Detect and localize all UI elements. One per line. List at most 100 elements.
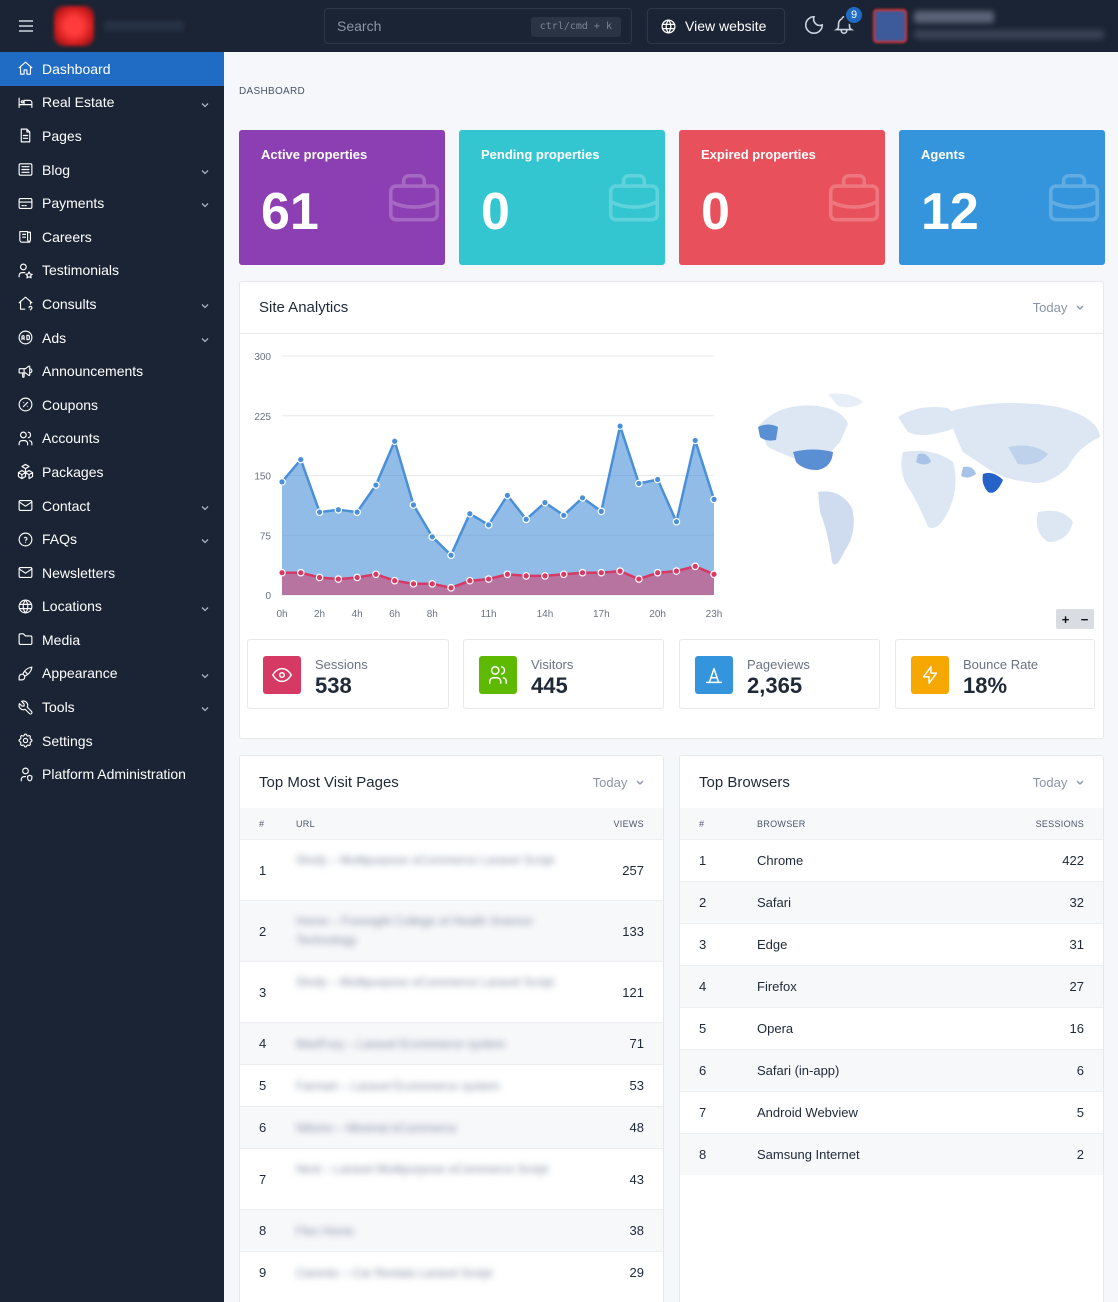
sidebar-item-label: Locations [42,598,102,615]
table-row[interactable]: 4 MartFury – Laravel Ecommerce system 71 [240,1022,663,1064]
data-point [278,568,286,577]
sidebar-item-locations[interactable]: Locations [0,590,224,624]
x-tick-label: 14h [537,609,554,620]
page-url-link[interactable]: Shofy – Multipurpose eCommerce Laravel S… [296,973,566,992]
view-website-button[interactable]: View website [647,8,785,44]
sidebar-item-accounts[interactable]: Accounts [0,422,224,456]
sidebar-item-payments[interactable]: Payments [0,186,224,220]
stat-card-expired-properties[interactable]: Expired properties 0 [679,130,885,265]
sidebar-item-blog[interactable]: Blog [0,153,224,187]
page-url-link[interactable]: Carento – Car Rentals Laravel Script [296,1264,566,1283]
sidebar-item-platform-administration[interactable]: Platform Administration [0,757,224,791]
data-point [372,481,380,489]
sidebar-item-ads[interactable]: Ads [0,321,224,355]
user-avatar[interactable] [873,9,907,43]
table-row[interactable]: 7 Android Webview 5 [680,1091,1103,1133]
sidebar-item-packages[interactable]: Packages [0,455,224,489]
table-row[interactable]: 7 Nest – Laravel Multipurpose eCommerce S… [240,1148,663,1209]
data-point [541,572,549,580]
sidebar-item-label: Appearance [42,665,118,682]
briefcase-icon [383,168,445,233]
page-url-link[interactable]: Farmart – Laravel Ecommerce system [296,1077,566,1096]
browser-sessions: 31 [1069,937,1084,952]
users-icon [16,429,34,447]
page-url-link[interactable]: Nest – Laravel Multipurpose eCommerce Sc… [296,1160,566,1179]
sidebar-item-tools[interactable]: Tools [0,690,224,724]
page-url-link[interactable]: MartFury – Laravel Ecommerce system [296,1035,566,1054]
chevron-down-icon [200,533,210,549]
sidebar-item-appearance[interactable]: Appearance [0,657,224,691]
browser-sessions: 32 [1069,895,1084,910]
sidebar-item-contact[interactable]: Contact [0,489,224,523]
sidebar-item-testimonials[interactable]: Testimonials [0,254,224,288]
top-pages-period-dropdown[interactable]: Today [593,775,645,790]
settings-icon [16,732,34,750]
table-row[interactable]: 5 Opera 16 [680,1007,1103,1049]
sidebar-item-faqs[interactable]: FAQs [0,522,224,556]
page-url-link[interactable]: Shofy – Multipurpose eCommerce Laravel S… [296,851,566,870]
sidebar-item-consults[interactable]: Consults [0,287,224,321]
search-input[interactable]: Search ctrl/cmd + k [324,8,632,44]
chevron-down-icon [200,701,210,717]
data-point [710,570,718,579]
map-zoom-out-button[interactable]: − [1081,612,1089,627]
column-header-sessions[interactable]: SESSIONS [1036,819,1084,829]
page-views: 53 [629,1078,644,1093]
top-pages-table-header: # URL VIEWS [240,808,663,839]
column-header-number: # [259,819,265,829]
table-row[interactable]: 8 Samsung Internet 2 [680,1133,1103,1175]
table-row[interactable]: 6 Nifsmo – Minimal eCommerce 48 [240,1106,663,1148]
table-row[interactable]: 1 Chrome 422 [680,839,1103,881]
briefcase-icon [603,168,665,233]
sidebar-item-media[interactable]: Media [0,623,224,657]
sidebar-item-pages[interactable]: Pages [0,119,224,153]
column-header-views[interactable]: VIEWS [613,819,644,829]
table-row[interactable]: 2 Home – Foresight College of Health Scie… [240,900,663,961]
sidebar-item-newsletters[interactable]: Newsletters [0,556,224,590]
analytics-period-dropdown[interactable]: Today [1033,300,1085,315]
sidebar-item-announcements[interactable]: Announcements [0,354,224,388]
sidebar-item-label: Coupons [42,396,99,413]
column-header-url[interactable]: URL [296,819,315,829]
page-url-link[interactable]: Nifsmo – Minimal eCommerce [296,1119,566,1138]
table-row[interactable]: 5 Farmart – Laravel Ecommerce system 53 [240,1064,663,1106]
stat-card-pending-properties[interactable]: Pending properties 0 [459,130,665,265]
browser-name: Edge [757,937,788,952]
sidebar-item-dashboard[interactable]: Dashboard [0,52,224,86]
sidebar-item-label: Careers [42,228,92,245]
table-row[interactable]: 3 Edge 31 [680,923,1103,965]
table-row[interactable]: 3 Shofy – Multipurpose eCommerce Laravel … [240,961,663,1022]
brand-logo[interactable] [54,6,94,46]
column-header-browser[interactable]: BROWSER [757,819,806,829]
user-name-blurred [914,11,994,23]
page-views: 38 [629,1223,644,1238]
sidebar-item-label: Blog [42,161,71,178]
table-row[interactable]: 9 Carento – Car Rentals Laravel Script 29 [240,1251,663,1293]
table-row[interactable]: 8 Flex Home 38 [240,1209,663,1251]
top-browsers-period-dropdown[interactable]: Today [1033,775,1085,790]
sidebar-item-real-estate[interactable]: Real Estate [0,86,224,120]
user-email-blurred [914,30,1104,39]
table-row[interactable]: 6 Safari (in-app) 6 [680,1049,1103,1091]
stat-card-active-properties[interactable]: Active properties 61 [239,130,445,265]
map-zoom-in-button[interactable]: + [1062,612,1070,627]
sidebar-item-label: Contact [42,497,91,514]
breadcrumb[interactable]: DASHBOARD [239,86,305,97]
data-point [691,562,700,571]
sidebar-item-careers[interactable]: Careers [0,220,224,254]
sidebar-item-coupons[interactable]: Coupons [0,388,224,422]
menu-toggle-icon[interactable] [0,0,52,52]
sidebar-item-label: Consults [42,295,97,312]
table-row[interactable]: 2 Safari 32 [680,881,1103,923]
theme-toggle-moon-icon[interactable] [803,14,825,39]
stat-card-agents[interactable]: Agents 12 [899,130,1105,265]
page-url-link[interactable]: Home – Foresight College of Health Scien… [296,912,566,950]
sidebar-item-settings[interactable]: Settings [0,724,224,758]
table-row[interactable]: 4 Firefox 27 [680,965,1103,1007]
browser-sessions: 27 [1069,979,1084,994]
data-point [597,507,606,516]
data-point [578,568,587,577]
data-point [447,584,455,592]
page-url-link[interactable]: Flex Home [296,1222,566,1241]
table-row[interactable]: 1 Shofy – Multipurpose eCommerce Laravel … [240,839,663,900]
